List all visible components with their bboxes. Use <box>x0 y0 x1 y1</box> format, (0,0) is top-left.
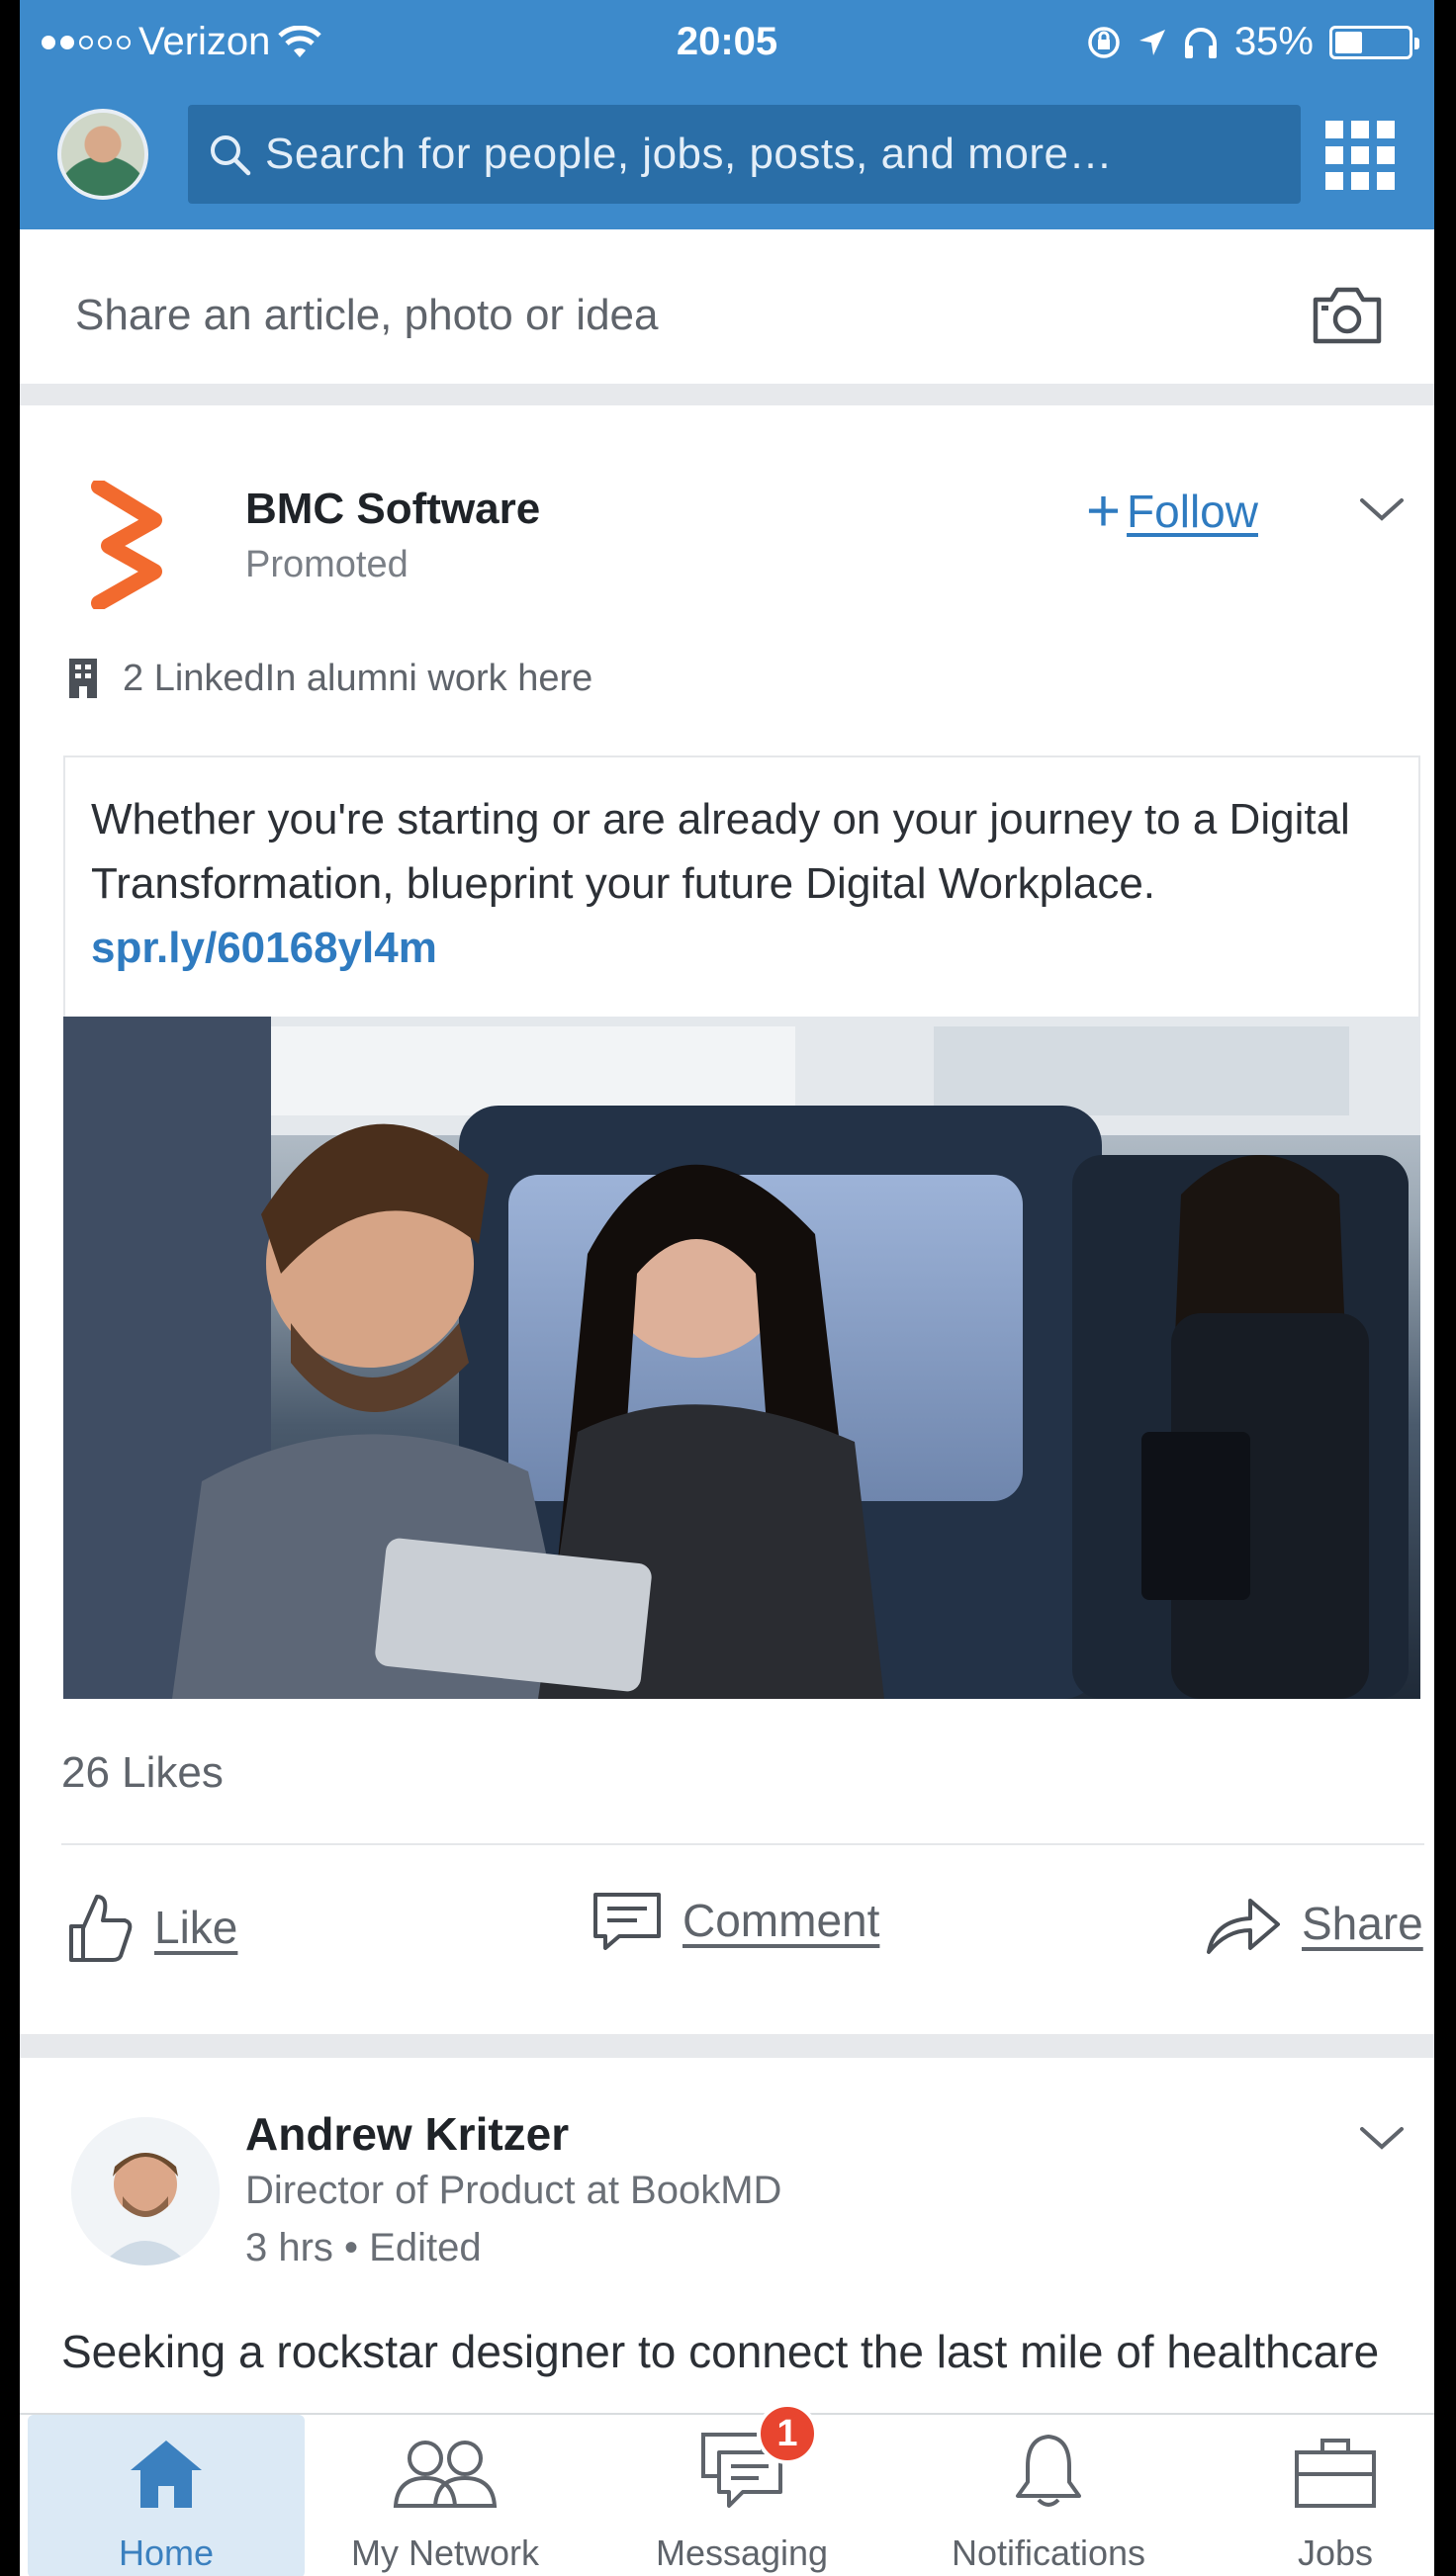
author-photo-icon <box>71 2117 220 2265</box>
share-arrow-icon <box>1207 1899 1280 1954</box>
feed-post: Andrew Kritzer Director of Product at Bo… <box>20 2058 1434 2414</box>
tab-notifications-label: Notifications <box>951 2532 1146 2573</box>
rotation-lock-icon <box>1088 26 1120 58</box>
company-name[interactable]: BMC Software <box>245 485 540 534</box>
like-label: Like <box>154 1902 238 1953</box>
location-arrow-icon <box>1138 29 1165 55</box>
tab-jobs[interactable]: Jobs <box>1236 2415 1434 2576</box>
bell-icon <box>1016 2435 1081 2507</box>
bottom-tab-bar: Home My Network 1 Messaging Notification… <box>20 2403 1434 2576</box>
share-label: Share <box>1302 1898 1423 1949</box>
likes-count[interactable]: 26 Likes <box>61 1748 224 1798</box>
tab-my-network-label: My Network <box>350 2532 540 2573</box>
headphones-icon <box>1184 27 1217 58</box>
comment-label: Comment <box>682 1895 880 1946</box>
my-avatar[interactable] <box>57 109 148 200</box>
post-timestamp: 3 hrs • Edited <box>245 2226 482 2269</box>
chevron-down-icon[interactable] <box>1359 496 1405 524</box>
search-input[interactable]: Search for people, jobs, posts, and more… <box>188 105 1301 204</box>
people-icon <box>393 2441 498 2508</box>
search-icon <box>211 135 251 176</box>
post-body: Whether you're starting or are already o… <box>63 755 1420 1017</box>
comment-icon <box>593 1893 661 1950</box>
alumni-text: 2 LinkedIn alumni work here <box>123 657 593 699</box>
author-title: Director of Product at BookMD <box>245 2169 782 2212</box>
tab-home[interactable]: Home <box>28 2415 305 2576</box>
status-bar: Verizon 20:05 35% <box>20 0 1434 91</box>
tab-my-network[interactable]: My Network <box>326 2415 564 2576</box>
battery-icon <box>1329 25 1419 59</box>
search-placeholder: Search for people, jobs, posts, and more… <box>265 130 1113 178</box>
building-icon <box>69 659 97 698</box>
alumni-info: 2 LinkedIn alumni work here <box>65 657 592 700</box>
screen: Verizon 20:05 35% Search for people, job… <box>20 0 1434 2576</box>
tab-messaging-label: Messaging <box>655 2532 829 2573</box>
train-passengers-photo-icon <box>63 1017 1420 1699</box>
post-image[interactable] <box>63 1017 1420 1699</box>
share-button[interactable]: Share <box>1205 1891 1423 1956</box>
follow-button[interactable]: + Follow <box>1086 482 1258 541</box>
apps-grid-icon[interactable] <box>1325 121 1395 190</box>
share-prompt: Share an article, photo or idea <box>75 291 659 339</box>
tab-messaging[interactable]: 1 Messaging <box>623 2403 861 2576</box>
follow-label: Follow <box>1127 486 1258 537</box>
comment-button[interactable]: Comment <box>592 1891 879 1950</box>
share-box[interactable]: Share an article, photo or idea <box>20 229 1434 405</box>
tab-home-label: Home <box>118 2532 215 2573</box>
divider <box>61 1843 1424 1845</box>
post-body-text: Whether you're starting or are already o… <box>91 795 1350 908</box>
promoted-label: Promoted <box>245 544 409 585</box>
thumbs-up-icon <box>69 1895 133 1962</box>
post-link[interactable]: spr.ly/60168yl4m <box>91 924 437 972</box>
battery-percent: 35% <box>1233 20 1314 63</box>
tab-jobs-label: Jobs <box>1297 2532 1374 2573</box>
post-text: Seeking a rockstar designer to connect t… <box>61 2326 1380 2377</box>
post-actions: Like Comment Share <box>20 1891 1434 1970</box>
home-icon <box>131 2441 202 2508</box>
camera-icon[interactable] <box>1312 284 1383 345</box>
plus-icon: + <box>1086 478 1122 544</box>
top-header: Search for people, jobs, posts, and more… <box>20 91 1434 229</box>
author-avatar[interactable] <box>71 2117 220 2265</box>
bmc-logo-icon[interactable] <box>87 481 170 609</box>
messaging-badge: 1 <box>757 2403 818 2464</box>
feed-separator <box>20 2034 1434 2058</box>
briefcase-icon <box>1295 2439 1376 2508</box>
feed-post-sponsored: BMC Software Promoted + Follow 2 LinkedI… <box>20 427 1434 1975</box>
chevron-down-icon[interactable] <box>1359 2125 1405 2153</box>
status-right: 35% <box>1086 20 1419 64</box>
like-button[interactable]: Like <box>65 1891 237 1964</box>
tab-notifications[interactable]: Notifications <box>910 2415 1187 2576</box>
author-name[interactable]: Andrew Kritzer <box>245 2107 569 2161</box>
